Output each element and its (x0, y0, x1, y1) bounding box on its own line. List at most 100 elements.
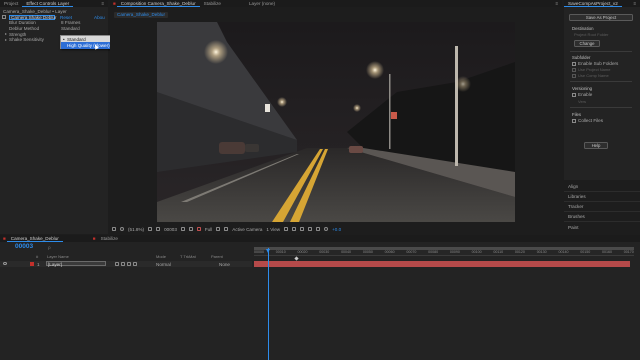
motion-blur-icon[interactable] (127, 262, 131, 266)
show-snapshot-icon[interactable] (188, 227, 193, 231)
video-frame[interactable] (157, 22, 515, 222)
collect-files-option[interactable]: Collect Files (572, 118, 603, 124)
param-value[interactable]: Standard (61, 26, 80, 31)
tab-timeline-comp[interactable]: Camera_Shake_Deblur (6, 235, 63, 242)
subfolder-option[interactable]: Use Project Name (572, 67, 610, 73)
fx-icon[interactable] (2, 15, 6, 20)
checkbox-icon[interactable] (572, 67, 576, 72)
playhead[interactable] (268, 248, 269, 360)
tab-effect-controls[interactable]: Effect Controls Layer (22, 0, 74, 7)
dropdown-option-label: High Quality (slower) (67, 42, 110, 48)
reset-link[interactable]: Reset (60, 15, 72, 20)
panel-tracker[interactable]: Tracker (564, 202, 640, 212)
script-panel: SaveCompAsProject_v2 ≡ Save As Project D… (564, 0, 640, 180)
about-link[interactable]: Abou (94, 15, 105, 20)
timeline-search[interactable]: ρ (48, 245, 51, 250)
close-icon[interactable]: ■ (110, 0, 117, 7)
ruler-label: 00070 (406, 250, 417, 254)
exposure-value[interactable]: +0.0 (332, 227, 341, 232)
exposure-icon[interactable] (324, 227, 329, 231)
timeline-icon[interactable] (308, 227, 313, 231)
expand-triangle-icon[interactable] (5, 38, 7, 41)
effect-name[interactable]: Camera Shake Deblur (11, 15, 56, 20)
help-button[interactable]: Help (584, 142, 608, 149)
flowchart-icon[interactable] (316, 227, 321, 231)
tab-project[interactable]: Project (0, 0, 22, 7)
fast-preview-icon[interactable] (300, 227, 305, 231)
layer-row[interactable]: 1 [Layer] Normal None (0, 261, 252, 267)
close-icon[interactable]: ■ (63, 235, 97, 242)
param-label: Blur Duration (9, 20, 36, 26)
panel-brushes[interactable]: Brushes (564, 212, 640, 222)
layer-label-color[interactable] (30, 262, 34, 266)
playhead-handle[interactable] (266, 249, 270, 253)
subfolder-option[interactable]: Use Comp Name (572, 73, 609, 79)
comp-subtab[interactable]: Camera_Shake_Deblur (114, 12, 169, 18)
change-button[interactable]: Change (574, 40, 600, 47)
layer-duration-bar[interactable] (254, 261, 630, 267)
street-sign (391, 112, 397, 119)
ruler-label: 00000 (254, 250, 264, 254)
grid-icon[interactable] (148, 227, 153, 231)
current-timecode[interactable]: 00003 (164, 227, 177, 232)
keyframe-marker[interactable] (294, 256, 299, 261)
magnify-icon[interactable] (120, 227, 124, 231)
panel-label: Brushes (568, 214, 585, 219)
tab-composition[interactable]: Composition Camera_Shake_Deblur (116, 0, 200, 7)
ruler-label: 00170 (623, 250, 634, 254)
tab-script[interactable]: SaveCompAsProject_v2 (564, 0, 622, 7)
tab-stabilize[interactable]: Stabilize (200, 0, 225, 7)
zoom-level[interactable]: (51.8%) (128, 227, 144, 232)
mask-icon[interactable] (156, 227, 161, 231)
panel-paint[interactable]: Paint (564, 222, 640, 232)
panel-menu-icon[interactable]: ≡ (551, 0, 562, 7)
col-parent[interactable]: Parent (211, 254, 223, 259)
transparency-grid-icon[interactable] (224, 227, 229, 231)
col-mode[interactable]: Mode (156, 254, 166, 259)
visibility-eye-icon[interactable] (3, 262, 7, 265)
adjustment-icon[interactable] (133, 262, 137, 266)
streetlight-pole (389, 74, 391, 149)
fx-switch-icon[interactable] (121, 262, 125, 266)
destination-label: Destination (572, 26, 594, 31)
layer-switches[interactable] (115, 262, 151, 266)
dropdown-option-label: Standard (67, 36, 86, 42)
region-of-interest-icon[interactable] (216, 227, 221, 231)
checkbox-icon[interactable] (572, 73, 576, 78)
expand-triangle-icon[interactable] (5, 33, 7, 36)
col-trkmat[interactable]: T TrkMat (180, 254, 196, 259)
checkbox-icon[interactable] (572, 92, 576, 97)
versioning-field[interactable]: Vers (578, 99, 586, 104)
save-as-project-button[interactable]: Save As Project (569, 14, 633, 21)
tab-timeline-stabilize[interactable]: Stabilize (97, 235, 122, 242)
panel-menu-icon[interactable]: ≡ (629, 0, 640, 7)
layer-name[interactable]: [Layer] (46, 261, 106, 267)
layer-parent[interactable]: None (219, 262, 230, 267)
layer-mode[interactable]: Normal (156, 262, 171, 267)
timeline-timecode[interactable]: 00003 (15, 243, 33, 250)
tab-layer[interactable]: Layer (none) (245, 0, 279, 7)
checkbox-icon[interactable] (572, 61, 576, 66)
render-icon[interactable] (292, 227, 297, 231)
ruler-label: 00050 (362, 250, 373, 254)
time-ruler[interactable]: 00000 00010 00020 00030 00040 00050 0006… (254, 247, 634, 256)
col-layer-name[interactable]: Layer Name (47, 254, 69, 259)
streetlight-glow (353, 104, 361, 112)
color-channel-icon[interactable] (196, 227, 201, 231)
camera-snapshot-icon[interactable] (180, 227, 185, 231)
versioning-enable[interactable]: Enable (572, 92, 592, 98)
camera-select[interactable]: Active Camera (232, 227, 262, 232)
param-value[interactable]: 8 Frames (61, 20, 80, 25)
panel-align[interactable]: Align (564, 182, 640, 192)
resolution-select[interactable]: Full (205, 227, 212, 232)
ruler-label: 00090 (449, 250, 460, 254)
panel-menu-icon[interactable]: ≡ (97, 0, 108, 7)
subfolder-option[interactable]: Enable Sub Folders (572, 61, 618, 67)
panel-libraries[interactable]: Libraries (564, 192, 640, 202)
shy-switch-icon[interactable] (115, 262, 119, 266)
view-layout-select[interactable]: 1 View (266, 227, 280, 232)
checkbox-icon[interactable] (572, 118, 576, 123)
close-icon[interactable]: ■ (0, 235, 7, 242)
toggle-icon[interactable] (284, 227, 289, 231)
always-preview-icon[interactable] (112, 227, 116, 231)
